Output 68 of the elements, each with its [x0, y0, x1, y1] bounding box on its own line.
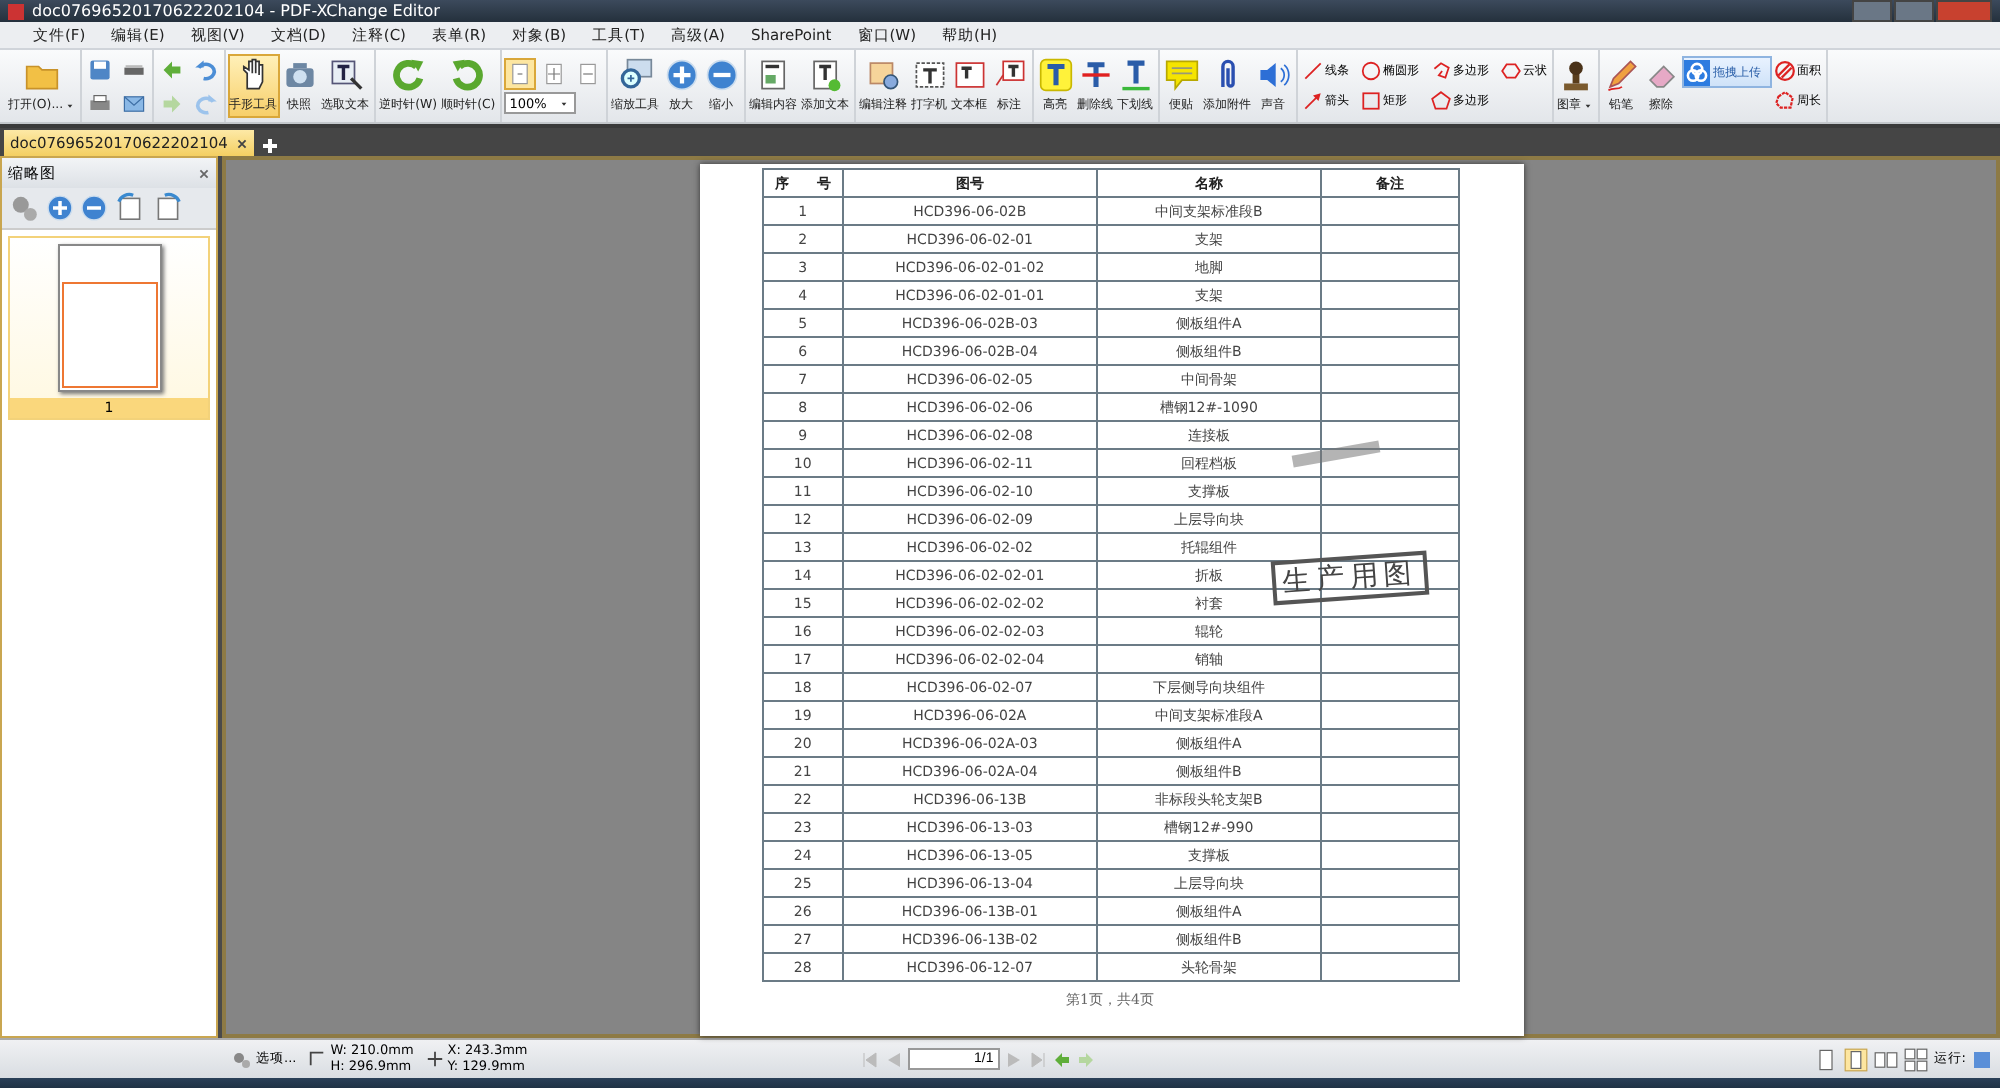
single-page-icon[interactable]: [1813, 1047, 1838, 1071]
arrow-icon: [1301, 90, 1324, 112]
email-icon: [121, 91, 146, 115]
cloud-logo-icon: [1683, 59, 1710, 85]
fit-page-icon: [541, 62, 566, 86]
close-button[interactable]: [1936, 0, 1992, 22]
strikeout-icon: [1077, 58, 1114, 92]
gear-icon[interactable]: [8, 192, 40, 224]
text-box-icon: [951, 58, 988, 92]
save-icon: [87, 57, 112, 81]
cloud-icon: [1499, 60, 1522, 82]
polygon-icon: [1429, 90, 1452, 112]
close-icon: [235, 137, 248, 149]
last-page-icon[interactable]: [1027, 1049, 1048, 1069]
stamp: 生产用图: [1269, 550, 1429, 606]
minimize-button[interactable]: [1852, 0, 1892, 22]
redo-icon: [193, 91, 218, 115]
undo-icon: [193, 57, 218, 81]
back-arrow-icon[interactable]: [1051, 1049, 1072, 1069]
text-select-icon: [327, 58, 364, 92]
continuous-page-icon[interactable]: [1843, 1047, 1868, 1071]
page-size-icon: [308, 1050, 327, 1068]
zoom-tool-icon: [617, 58, 654, 92]
line-icon: [1301, 60, 1324, 82]
forward-arrow-icon: [159, 91, 184, 115]
maximize-button[interactable]: [1894, 0, 1934, 22]
rotate-left-icon[interactable]: [114, 192, 146, 224]
first-page-icon[interactable]: [859, 1049, 880, 1069]
rotate-right-icon[interactable]: [152, 192, 184, 224]
close-icon: [198, 167, 210, 179]
edit-comment-icon: [865, 58, 902, 92]
toolbar-button[interactable]: [503, 58, 536, 90]
viewport-frame: [61, 282, 157, 388]
rotate-left-icon: [390, 58, 427, 92]
printer-icon: [87, 91, 112, 115]
caret-icon: [63, 99, 76, 111]
speaker-icon: [1255, 58, 1292, 92]
cursor-position-icon: [425, 1050, 444, 1068]
caret-icon: [1581, 99, 1594, 111]
pencil-icon: [1603, 58, 1640, 92]
camera-icon: [281, 58, 318, 92]
underline-icon: [1117, 58, 1154, 92]
rotate-right-icon: [450, 58, 487, 92]
zoom-in-icon[interactable]: [46, 194, 74, 222]
zoom-out-icon: [703, 58, 740, 92]
next-page-icon[interactable]: [1003, 1049, 1024, 1069]
two-page-icon[interactable]: [1873, 1047, 1898, 1071]
caret-icon: [557, 97, 570, 109]
window-title: doc07696520170622202104 - PDF-XChange Editor: [32, 2, 440, 20]
zoom-out-icon[interactable]: [80, 194, 108, 222]
actual-size-icon: [507, 62, 532, 86]
previous-page-icon[interactable]: [883, 1049, 904, 1069]
fit-width-icon: [575, 62, 600, 86]
gear-icon: [232, 1049, 252, 1069]
grid-pages-icon[interactable]: [1903, 1047, 1928, 1071]
sticky-note-icon: [1163, 58, 1200, 92]
perimeter-icon: [1773, 90, 1796, 112]
zoom-in-icon: [663, 58, 700, 92]
highlight-icon: [1037, 58, 1074, 92]
rectangle-icon: [1359, 90, 1382, 112]
polyline-icon: [1429, 60, 1452, 82]
new-tab-icon: [259, 136, 280, 156]
typewriter-icon: [911, 58, 948, 92]
back-arrow-icon: [159, 57, 184, 81]
add-text-icon: [807, 58, 844, 92]
app-icon: [8, 3, 24, 19]
ellipse-icon: [1359, 60, 1382, 82]
area-icon: [1773, 60, 1796, 82]
